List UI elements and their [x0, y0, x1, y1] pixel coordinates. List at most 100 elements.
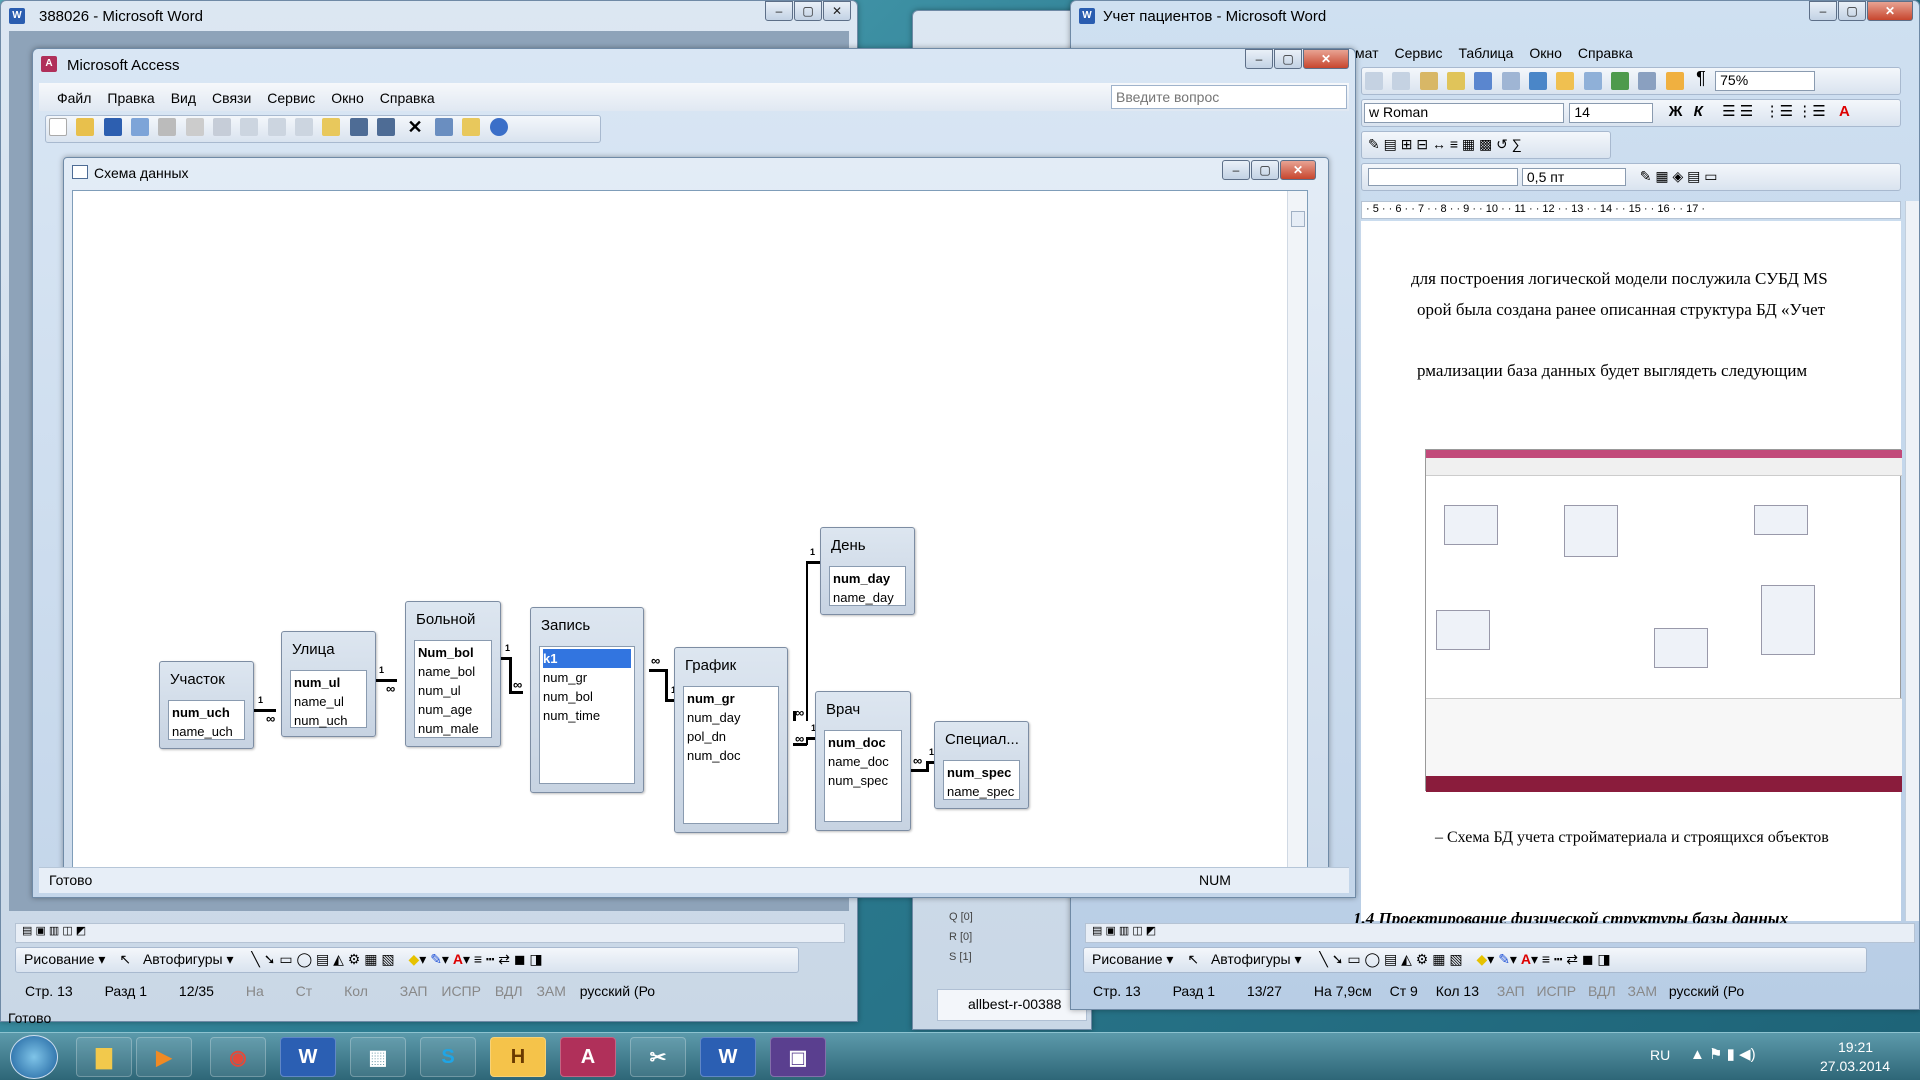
fill-color-icon[interactable]: ◆	[1476, 951, 1487, 967]
field-item[interactable]: name_uch	[172, 722, 241, 741]
status-ovr[interactable]: ЗАМ	[1628, 983, 1657, 999]
access-window[interactable]: A Microsoft Access – ▢ ✕ Файл Правка Вид…	[32, 48, 1356, 898]
maximize-button[interactable]: ▢	[794, 1, 822, 21]
drawing-icon[interactable]	[1665, 71, 1684, 90]
menu-item[interactable]: Таблица	[1450, 43, 1521, 63]
field-item[interactable]: num_time	[543, 706, 631, 725]
maximize-button[interactable]: ▢	[1838, 1, 1866, 21]
table-zapis[interactable]: Запись k1 num_gr num_bol num_time	[530, 607, 644, 793]
field-item[interactable]: num_spec	[828, 771, 898, 790]
drawing-menu[interactable]: Рисование	[24, 951, 95, 967]
vertical-scrollbar[interactable]	[1905, 201, 1919, 921]
autoshapes-menu[interactable]: Автофигуры	[143, 951, 223, 967]
line-color-icon[interactable]: ✎	[1498, 951, 1510, 967]
close-button[interactable]: ✕	[1867, 1, 1913, 21]
document-page[interactable]: для построения логической модели послужи…	[1353, 221, 1902, 923]
menu-view[interactable]: Вид	[163, 88, 204, 108]
delete-icon[interactable]: ✕	[407, 117, 422, 137]
font-select[interactable]: w Roman	[1364, 103, 1564, 123]
status-ovr[interactable]: ЗАМ	[536, 983, 565, 999]
cut-icon[interactable]	[1365, 71, 1383, 90]
field-item[interactable]: name_spec	[947, 782, 1016, 801]
table-uchastok[interactable]: Участок num_uch name_uch	[159, 661, 254, 749]
line-icon[interactable]: ╲ ➘ ▭ ◯ ▤ ◭ ⚙ ▦ ▧	[251, 951, 394, 967]
zoom-select[interactable]: 75%	[1715, 70, 1816, 91]
field-item[interactable]: num_bol	[543, 687, 631, 706]
all-relations-icon[interactable]	[377, 118, 396, 136]
close-button[interactable]: ✕	[1280, 160, 1316, 180]
status-rec[interactable]: ЗАП	[1497, 983, 1525, 999]
table-spetsialnost[interactable]: Специал... num_spec name_spec	[934, 721, 1029, 809]
start-button[interactable]	[10, 1035, 58, 1079]
clock-time[interactable]: 19:21	[1838, 1039, 1873, 1055]
fill-color-icon[interactable]: ◆	[408, 951, 419, 967]
pilcrow-icon[interactable]: ¶	[1696, 68, 1706, 88]
spell-icon[interactable]	[213, 118, 232, 136]
question-input[interactable]	[1111, 85, 1347, 109]
menu-window[interactable]: Окно	[323, 88, 372, 108]
excel-icon[interactable]	[1611, 71, 1630, 90]
skype-icon[interactable]: S	[420, 1037, 476, 1077]
vertical-scrollbar[interactable]	[1287, 191, 1307, 867]
middle-item[interactable]: Q [0]	[949, 907, 973, 927]
calculator-icon[interactable]: ▦	[350, 1037, 406, 1077]
undo-icon[interactable]	[1474, 71, 1493, 90]
menu-item[interactable]: Справка	[1570, 43, 1641, 63]
menu-help[interactable]: Справка	[372, 88, 443, 108]
menu-item[interactable]: Окно	[1521, 43, 1570, 63]
save-icon[interactable]	[103, 118, 122, 136]
minimize-button[interactable]: –	[1222, 160, 1250, 180]
table-bolnoy[interactable]: Больной Num_bol name_bol num_ul num_age …	[405, 601, 501, 747]
line-icon[interactable]: ╲ ➘ ▭ ◯ ▤ ◭ ⚙ ▦ ▧	[1319, 951, 1462, 967]
hyperlink-icon[interactable]	[1529, 71, 1548, 90]
relationship-canvas[interactable]: 1 ∞ 1 ∞ 1 ∞ ∞ 1 ∞ 1 ∞ 1 ∞ 1 Участок num_…	[72, 190, 1308, 868]
word-icon[interactable]: W	[700, 1037, 756, 1077]
close-button[interactable]: ✕	[1303, 49, 1349, 69]
table-den[interactable]: День num_day name_day	[820, 527, 915, 615]
table-ulitsa[interactable]: Улица num_ul name_ul num_uch	[281, 631, 376, 737]
clock-date[interactable]: 27.03.2014	[1820, 1058, 1890, 1074]
line-color-icon[interactable]: ✎	[430, 951, 442, 967]
field-item[interactable]: name_bol	[418, 662, 488, 681]
field-item[interactable]: name_doc	[828, 752, 898, 771]
field-item[interactable]: Num_bol	[418, 643, 488, 662]
align-justify-icon[interactable]: ☰ ☰	[1722, 103, 1753, 120]
tables-icon[interactable]	[1556, 71, 1575, 90]
font-color-icon[interactable]: A	[453, 951, 463, 967]
status-ext[interactable]: ВДЛ	[495, 983, 523, 999]
field-item[interactable]: num_doc	[828, 733, 898, 752]
menu-file[interactable]: Файл	[49, 88, 99, 108]
show-table-icon[interactable]	[322, 118, 341, 136]
field-item[interactable]: num_gr	[543, 668, 631, 687]
preview-icon[interactable]	[185, 118, 204, 136]
bold-icon[interactable]: Ж	[1669, 103, 1683, 120]
autoshapes-menu[interactable]: Автофигуры	[1211, 951, 1291, 967]
field-item[interactable]: pol_dn	[687, 727, 775, 746]
database-window-icon[interactable]	[434, 118, 453, 136]
minimize-button[interactable]: –	[1809, 1, 1837, 21]
italic-icon[interactable]: К	[1694, 103, 1703, 120]
new-object-icon[interactable]	[462, 118, 481, 136]
word-icon[interactable]: W	[280, 1037, 336, 1077]
new-icon[interactable]	[49, 118, 67, 136]
field-item[interactable]: num_age	[418, 700, 488, 719]
cursor-icon[interactable]: ↖	[1187, 951, 1199, 967]
media-player-icon[interactable]: ▶	[136, 1037, 192, 1077]
cursor-icon[interactable]: ↖	[119, 951, 131, 967]
middle-tab[interactable]: allbest-r-00388	[937, 989, 1087, 1021]
close-button[interactable]: ✕	[823, 1, 851, 21]
menu-relations[interactable]: Связи	[204, 88, 259, 108]
status-trk[interactable]: ИСПР	[441, 983, 481, 999]
status-rec[interactable]: ЗАП	[400, 983, 428, 999]
minimize-button[interactable]: –	[1245, 49, 1273, 69]
line-width-select[interactable]: 0,5 пт	[1521, 168, 1626, 187]
direct-relations-icon[interactable]	[349, 118, 368, 136]
middle-item[interactable]: S [1]	[949, 947, 973, 967]
field-item[interactable]: num_doc	[687, 746, 775, 765]
explorer-icon[interactable]: ▇	[76, 1037, 132, 1077]
field-item[interactable]: num_day	[687, 708, 775, 727]
cut-icon[interactable]	[240, 118, 259, 136]
search-icon[interactable]	[131, 118, 150, 136]
size-select[interactable]: 14	[1569, 103, 1654, 123]
schema-window[interactable]: Схема данных – ▢ ✕ 1 ∞ 1 ∞ 1 ∞ ∞ ∞ 1 ∞ 1…	[63, 157, 1329, 873]
